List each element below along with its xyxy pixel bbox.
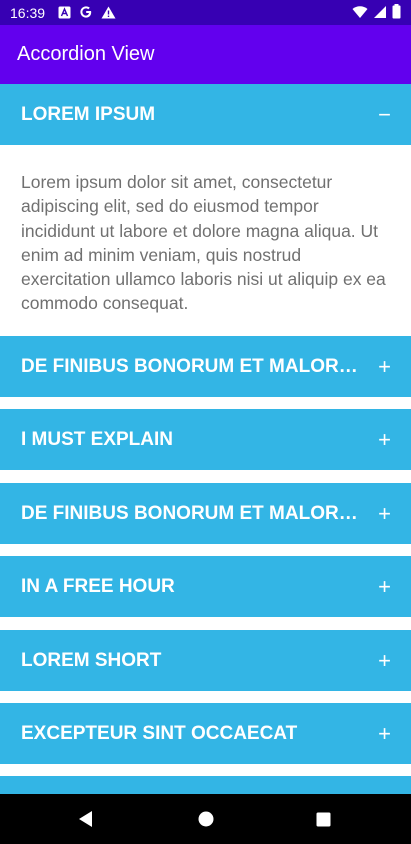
accordion-header-i-must-explain[interactable]: I MUST EXPLAIN + xyxy=(0,409,411,470)
accordion-title: IN A FREE HOUR xyxy=(21,576,175,597)
expand-icon[interactable]: + xyxy=(378,630,391,691)
accordion-title: DE FINIBUS BONORUM ET MALORUM xyxy=(21,503,363,524)
recents-icon[interactable] xyxy=(313,809,333,829)
status-notification-icons xyxy=(58,5,116,22)
expand-icon[interactable]: + xyxy=(378,556,391,617)
accordion-header-lorem-short[interactable]: LOREM SHORT + xyxy=(0,630,411,691)
accordion-header-lorem-ipsum[interactable]: LOREM IPSUM − xyxy=(0,84,411,145)
accordion-header-in-a-free-hour[interactable]: IN A FREE HOUR + xyxy=(0,556,411,617)
battery-icon xyxy=(392,4,401,22)
status-bar: 16:39 xyxy=(0,0,411,25)
expand-icon[interactable]: + xyxy=(378,483,391,544)
accordion-header-de-finibus-1[interactable]: DE FINIBUS BONORUM ET MALORUM + xyxy=(0,336,411,397)
collapse-icon[interactable]: − xyxy=(378,84,391,145)
warning-icon xyxy=(101,6,116,22)
expand-icon[interactable]: + xyxy=(378,409,391,470)
app-title: Accordion View xyxy=(17,43,155,65)
wifi-icon xyxy=(352,5,368,22)
accordion-title: EXCEPTEUR SINT OCCAECAT xyxy=(21,723,298,744)
google-icon xyxy=(79,5,93,22)
home-icon[interactable] xyxy=(196,809,216,829)
a-badge-icon xyxy=(58,6,71,22)
accordion-title: LOREM IPSUM xyxy=(21,104,156,125)
accordion-header-de-finibus-2[interactable]: DE FINIBUS BONORUM ET MALORUM + xyxy=(0,483,411,544)
app-bar: Accordion View xyxy=(0,25,411,84)
accordion-body-text: Lorem ipsum dolor sit amet, consectetur … xyxy=(21,172,386,314)
accordion-title: I MUST EXPLAIN xyxy=(21,429,174,450)
status-system-icons xyxy=(352,4,401,22)
system-navigation-bar xyxy=(0,794,411,844)
status-time: 16:39 xyxy=(10,5,46,21)
accordion-header-partial[interactable] xyxy=(0,776,411,794)
accordion-title xyxy=(21,776,363,794)
expand-icon[interactable]: + xyxy=(378,703,391,764)
accordion-title: LOREM SHORT xyxy=(21,650,162,671)
accordion-list[interactable]: LOREM IPSUM − Lorem ipsum dolor sit amet… xyxy=(0,84,411,794)
cellular-signal-icon xyxy=(373,5,387,22)
back-icon[interactable] xyxy=(76,809,96,829)
expand-icon[interactable]: + xyxy=(378,336,391,397)
accordion-header-excepteur-sint-occaecat[interactable]: EXCEPTEUR SINT OCCAECAT + xyxy=(0,703,411,764)
accordion-title: DE FINIBUS BONORUM ET MALORUM xyxy=(21,356,363,377)
